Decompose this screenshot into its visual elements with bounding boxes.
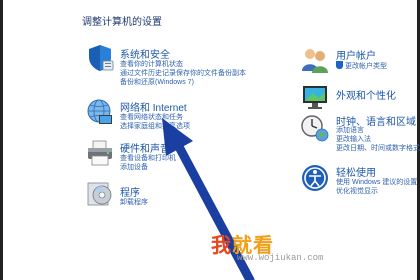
clock-globe-icon [301, 115, 329, 142]
category-title[interactable]: 系统和安全 [120, 46, 170, 61]
uac-shield-icon [336, 61, 343, 69]
programs-disc-icon [87, 182, 112, 206]
link-file-history[interactable]: 通过文件历史记录保存你的文件备份副本 [120, 69, 246, 78]
category-title[interactable]: 硬件和声音 [120, 140, 170, 155]
ease-of-access-icon [302, 165, 328, 191]
globe-network-icon [87, 99, 112, 124]
link-view-computer-status[interactable]: 查看你的计算机状态 [120, 60, 183, 69]
printer-icon [88, 140, 112, 166]
link-recommended-settings[interactable]: 使用 Windows 建议的设置 [336, 178, 417, 187]
link-add-device[interactable]: 添加设备 [120, 163, 148, 172]
appearance-monitor-icon [303, 86, 327, 109]
category-title[interactable]: 用户帐户 [336, 47, 376, 62]
category-title[interactable]: 程序 [120, 184, 140, 199]
link-backup-restore[interactable]: 备份和还原(Windows 7) [120, 78, 194, 87]
link-optimize-display[interactable]: 优化视觉显示 [336, 187, 378, 196]
shield-icon [89, 45, 114, 71]
users-icon [302, 49, 328, 73]
link-add-language[interactable]: 添加语言 [336, 126, 364, 135]
category-title[interactable]: 外观和个性化 [336, 87, 396, 102]
page-title: 调整计算机的设置 [82, 17, 162, 28]
link-label: 更改帐户类型 [345, 63, 387, 70]
category-title[interactable]: 网络和 Internet [120, 99, 187, 114]
link-change-date-format[interactable]: 更改日期、时间或数字格式 [336, 144, 420, 153]
control-panel-window: 调整计算机的设置 系统和安全 查看你的计算机状态 通过文件历史记录保存你的文件备… [0, 0, 420, 280]
category-title[interactable]: 轻松使用 [336, 164, 376, 179]
link-devices-printers[interactable]: 查看设备和打印机 [120, 154, 176, 163]
left-edge [0, 0, 3, 280]
link-change-input-method[interactable]: 更改输入法 [336, 135, 371, 144]
link-uninstall-program[interactable]: 卸载程序 [120, 198, 148, 207]
link-homegroup[interactable]: 选择家庭组和共享选项 [120, 122, 190, 131]
link-change-account-type[interactable]: 更改帐户类型 [336, 61, 387, 71]
watermark-url: www.wojiukan.com [237, 253, 324, 263]
link-network-status[interactable]: 查看网络状态和任务 [120, 113, 183, 122]
